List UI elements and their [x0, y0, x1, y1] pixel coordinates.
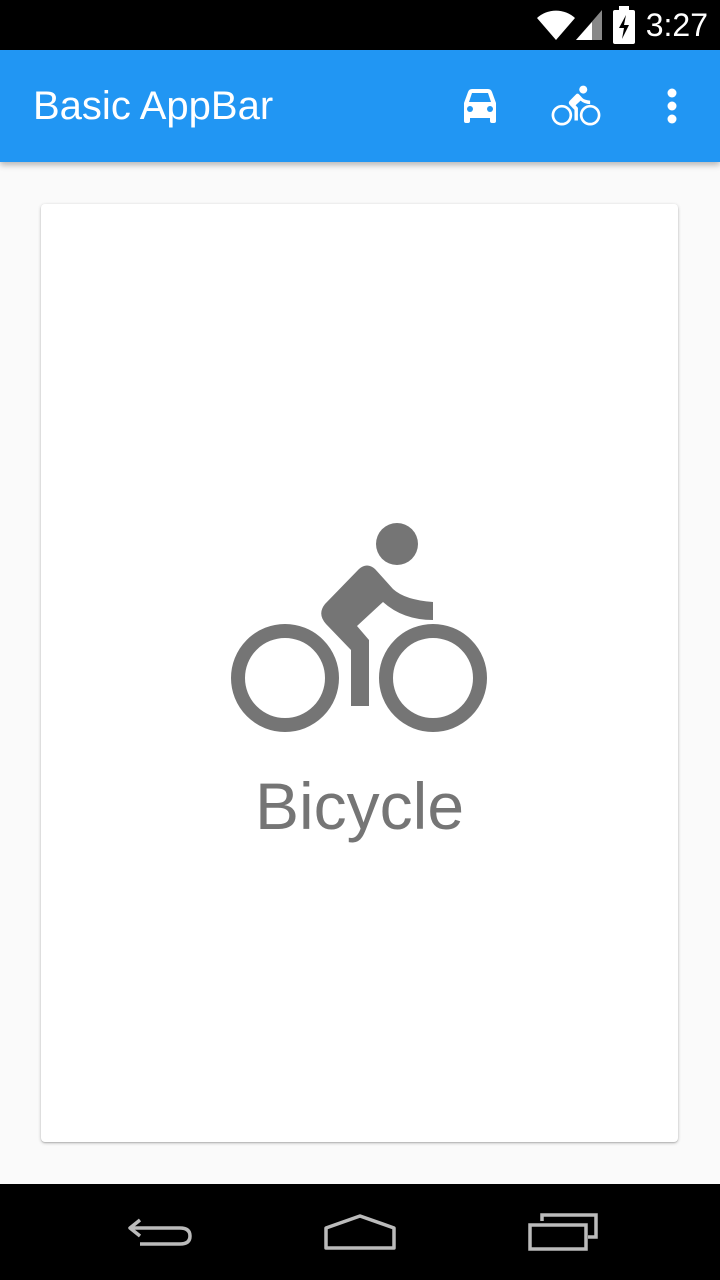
car-action-button[interactable]: [454, 80, 506, 132]
system-nav-bar: [0, 1184, 720, 1280]
recents-button[interactable]: [522, 1208, 602, 1256]
app-bar: Basic AppBar: [0, 50, 720, 162]
back-button[interactable]: [120, 1208, 200, 1256]
bicycle-icon: [551, 85, 601, 126]
bicycle-icon: [231, 523, 487, 732]
battery-charging-icon: [613, 6, 635, 44]
recents-icon: [528, 1213, 598, 1251]
home-button[interactable]: [320, 1208, 400, 1256]
car-icon: [464, 89, 496, 123]
bicycle-action-button[interactable]: [550, 80, 602, 132]
more-vert-icon: [667, 88, 677, 124]
choice-label: Bicycle: [254, 769, 465, 843]
status-time: 3:27: [645, 7, 708, 43]
home-icon: [324, 1214, 396, 1250]
status-bar: 3:27: [0, 0, 720, 50]
overflow-menu-button[interactable]: [646, 80, 698, 132]
phone-screen: 3:27 Basic AppBar Bicycle: [0, 0, 720, 1280]
cell-signal-icon: [576, 10, 602, 40]
wifi-icon: [537, 10, 575, 40]
content-area: Bicycle: [0, 162, 720, 1184]
app-bar-title: Basic AppBar: [33, 84, 274, 128]
choice-card: Bicycle: [41, 204, 678, 1142]
back-icon: [128, 1218, 192, 1246]
